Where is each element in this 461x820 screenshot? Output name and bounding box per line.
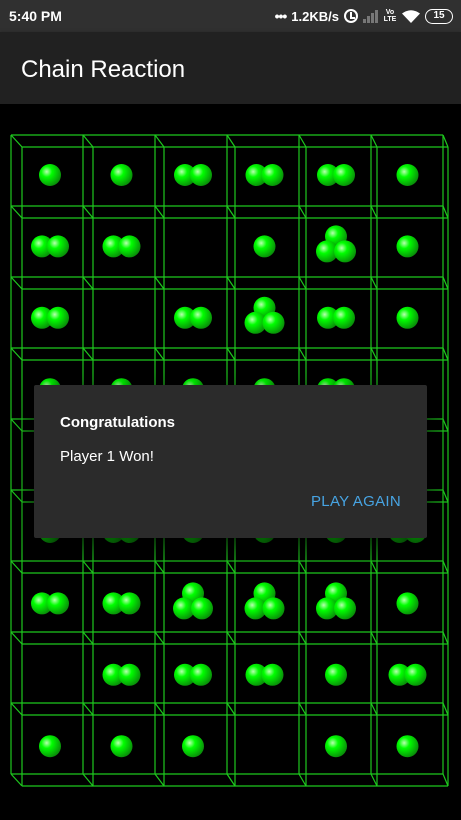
- result-dialog: Congratulations Player 1 Won! PLAY AGAIN: [34, 385, 427, 538]
- dialog-message: Player 1 Won!: [60, 448, 154, 465]
- dialog-title: Congratulations: [60, 414, 175, 431]
- play-again-button[interactable]: PLAY AGAIN: [311, 493, 401, 510]
